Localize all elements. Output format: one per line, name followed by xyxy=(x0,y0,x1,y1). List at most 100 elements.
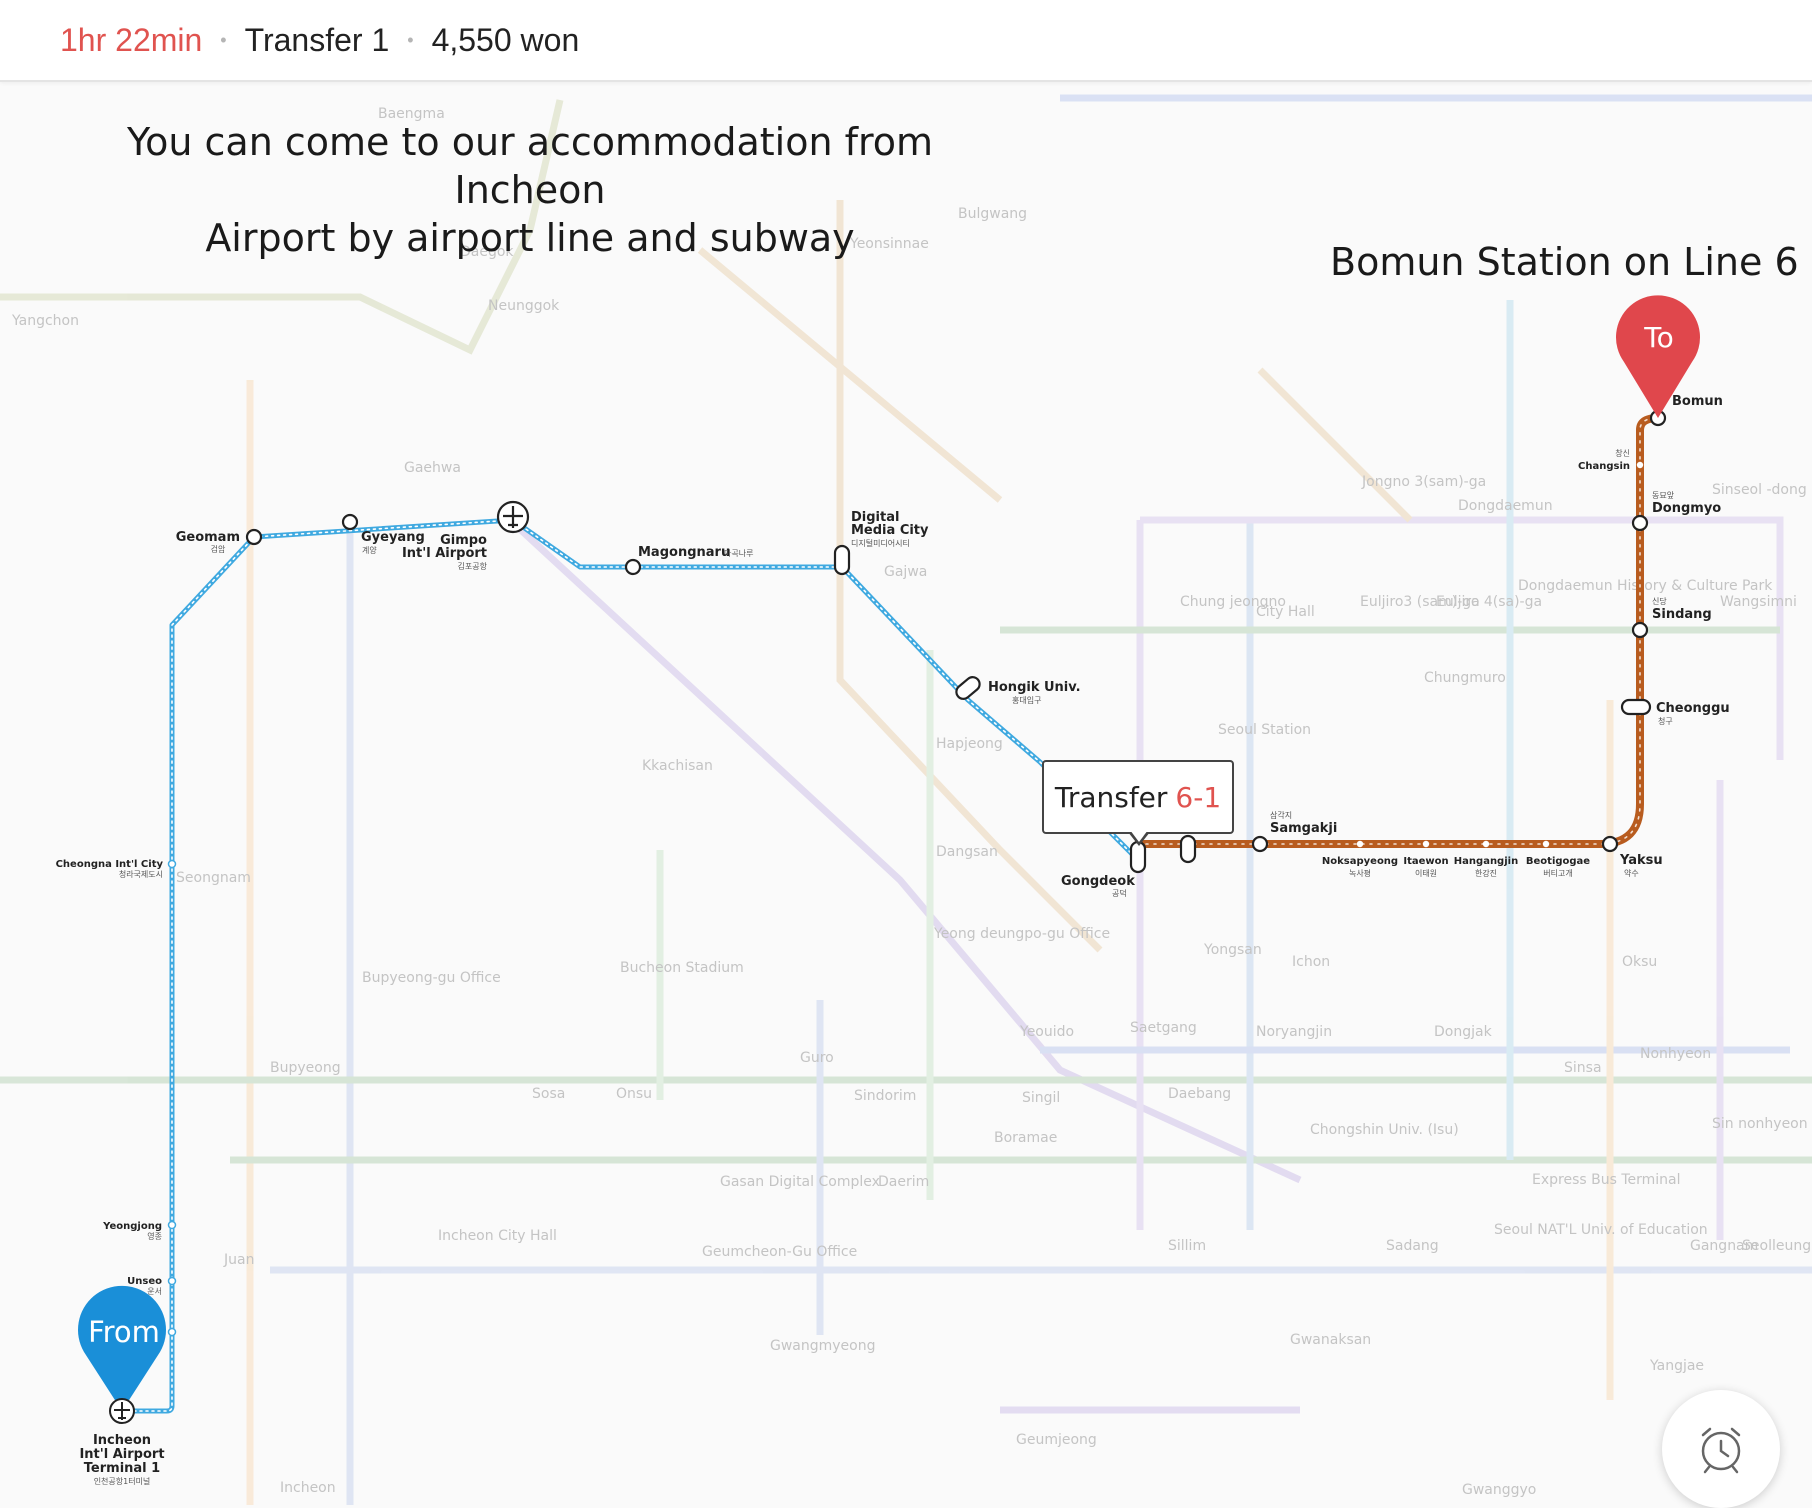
alarm-clock-icon xyxy=(1701,1427,1741,1474)
station-dot xyxy=(167,1220,177,1230)
origin-marker[interactable]: From xyxy=(78,1285,167,1424)
bg-label-chungjeongno: Chung jeongno xyxy=(1180,594,1286,610)
station-transfer-pill xyxy=(955,676,981,700)
station-dot xyxy=(245,528,263,546)
bg-label-bupyeong-gu-office: Bupyeong-gu Office xyxy=(362,970,501,986)
station-sublabel: 약수 xyxy=(1624,868,1639,878)
station-label-itaewon: Itaewon xyxy=(1403,856,1448,867)
station-label-gimpo: Int'l Airport xyxy=(402,546,487,561)
bg-label-sadang: Sadang xyxy=(1386,1238,1439,1254)
bg-label-juan: Juan xyxy=(223,1252,254,1268)
bg-label-ydpo: Yeong deungpo-gu Office xyxy=(933,926,1110,942)
station-sublabel: 삼각지 xyxy=(1270,810,1292,820)
origin-marker-label: From xyxy=(88,1315,160,1349)
station-label-cheongna: Cheongna Int'l City xyxy=(56,859,164,870)
transfer-count: Transfer 1 xyxy=(244,21,390,58)
station-sublabel: 공덕 xyxy=(1112,888,1127,898)
bg-label-bucheon: Bucheon Stadium xyxy=(620,960,744,976)
station-label-geomam: Geomam xyxy=(176,530,240,545)
bg-label-geumcheon: Geumcheon-Gu Office xyxy=(702,1244,857,1260)
station-sublabel: 홍대입구 xyxy=(1012,695,1041,705)
station-dot xyxy=(167,1327,177,1337)
alarm-clock-button[interactable] xyxy=(1662,1390,1780,1508)
destination-marker-label: To xyxy=(1643,321,1673,354)
bg-label-boramae: Boramae xyxy=(994,1130,1057,1146)
station-sublabel: 창신 xyxy=(1615,449,1630,458)
bg-label-express: Express Bus Terminal xyxy=(1532,1172,1681,1188)
station-sublabel: 녹사평 xyxy=(1349,868,1371,878)
station-label-hangangjin: Hangangjin xyxy=(1454,856,1518,867)
station-transfer-pill xyxy=(1179,834,1197,864)
station-dot xyxy=(1251,835,1269,853)
station-label-hongik: Hongik Univ. xyxy=(988,680,1081,695)
station-label-dmc: Media City xyxy=(851,523,929,538)
header-separator-dot: • xyxy=(407,29,414,50)
bg-label-gaehwa: Gaehwa xyxy=(404,460,461,476)
station-sublabel: 영종 xyxy=(147,1231,162,1241)
header-separator-dot: • xyxy=(220,29,227,50)
bg-label-sillim: Sillim xyxy=(1168,1238,1206,1254)
station-dot xyxy=(1631,621,1649,639)
station-label-yaksu: Yaksu xyxy=(1619,853,1663,868)
transfer-callout-label: Transfer xyxy=(1054,780,1168,814)
bg-label-sinseol: Sinseol -dong xyxy=(1712,482,1807,498)
bg-label-saetgang: Saetgang xyxy=(1130,1020,1197,1036)
bg-label-chungmuro: Chungmuro xyxy=(1424,670,1506,686)
station-sublabel: 이태원 xyxy=(1415,868,1437,878)
station-sublabel: 계양 xyxy=(362,545,377,555)
station-sublabel: 청라국제도시 xyxy=(119,870,163,879)
station-sublabel: 김포공항 xyxy=(458,561,488,571)
station-dot xyxy=(1356,840,1364,848)
bg-label-onsu: Onsu xyxy=(616,1086,652,1102)
bg-label-incheon: Incheon xyxy=(280,1480,336,1496)
subway-map-canvas[interactable]: Seoul Station Yongsan Yeouido Sindorim G… xyxy=(0,82,1812,1505)
bg-label-yangchon: Yangchon xyxy=(11,313,79,329)
station-label-changsin: Changsin xyxy=(1578,461,1630,472)
bg-label-oksu: Oksu xyxy=(1622,954,1657,970)
station-label-incheon-t1: Incheon xyxy=(93,1433,151,1448)
station-label-gongdeok: Gongdeok xyxy=(1061,874,1135,889)
transfer-callout-pointer xyxy=(1128,830,1150,846)
station-transfer-pill xyxy=(1129,840,1147,874)
bg-label-yangjae: Yangjae xyxy=(1649,1358,1704,1374)
station-dot xyxy=(341,513,359,531)
station-dot xyxy=(167,1276,177,1286)
station-label-gyeyang: Gyeyang xyxy=(361,530,425,545)
station-sublabel: 운서 xyxy=(147,1287,162,1296)
intro-caption-line1: You can come to our accommodation from I… xyxy=(126,120,934,212)
bg-label-sindorim: Sindorim xyxy=(854,1088,916,1104)
subway-map[interactable]: Seoul Station Yongsan Yeouido Sindorim G… xyxy=(0,82,1812,1505)
station-sublabel: 인천공항1터미널 xyxy=(94,1476,151,1486)
bg-label-nonhyeon: Nonhyeon xyxy=(1640,1046,1711,1062)
background-network xyxy=(0,94,1812,1505)
bg-label-sinnonhyeon: Sin nonhyeon xyxy=(1712,1116,1808,1132)
bg-label-noryangjin: Noryangjin xyxy=(1256,1024,1332,1040)
bg-label-gwangmyeong: Gwangmyeong xyxy=(770,1338,876,1354)
station-label-unseo: Unseo xyxy=(127,1276,162,1287)
station-dot xyxy=(1422,840,1430,848)
bg-label-gwanggyo: Gwanggyo xyxy=(1462,1482,1536,1498)
bg-label-gasan: Gasan Digital Complex xyxy=(720,1174,880,1190)
bg-label-guro: Guro xyxy=(800,1050,834,1066)
route-summary-header: 1hr 22min • Transfer 1 • 4,550 won xyxy=(0,0,1812,82)
station-dot xyxy=(167,859,177,869)
bg-label-singil: Singil xyxy=(1022,1090,1060,1106)
background-station-labels: Seoul Station Yongsan Yeouido Sindorim G… xyxy=(11,106,1811,1498)
bg-label-seongnam: Seongnam xyxy=(176,870,251,886)
station-label-cheonggu: Cheonggu xyxy=(1656,701,1730,716)
station-label-noksapyeong: Noksapyeong xyxy=(1322,856,1398,867)
station-label-bomun: Bomun xyxy=(1672,394,1723,409)
bg-label-wangsimni: Wangsimni xyxy=(1720,594,1797,610)
bg-label-yongsan: Yongsan xyxy=(1203,942,1262,958)
bg-label-gwanaksan: Gwanaksan xyxy=(1290,1332,1371,1348)
station-label-incheon-t1: Int'l Airport xyxy=(79,1447,164,1462)
station-dot xyxy=(1631,514,1649,532)
station-dot xyxy=(1601,835,1619,853)
bg-label-dangsan: Dangsan xyxy=(936,844,998,860)
bg-label-euljiro4ga: Euljiro 4(sa)-ga xyxy=(1436,594,1542,610)
destination-marker[interactable]: To Bomun xyxy=(1615,295,1723,418)
bg-label-dongdaemun: Dongdaemun xyxy=(1458,498,1553,514)
bg-label-geumjeong: Geumjeong xyxy=(1016,1432,1097,1448)
bg-label-hapjeong: Hapjeong xyxy=(936,736,1003,752)
station-transfer-pill xyxy=(1620,698,1652,716)
